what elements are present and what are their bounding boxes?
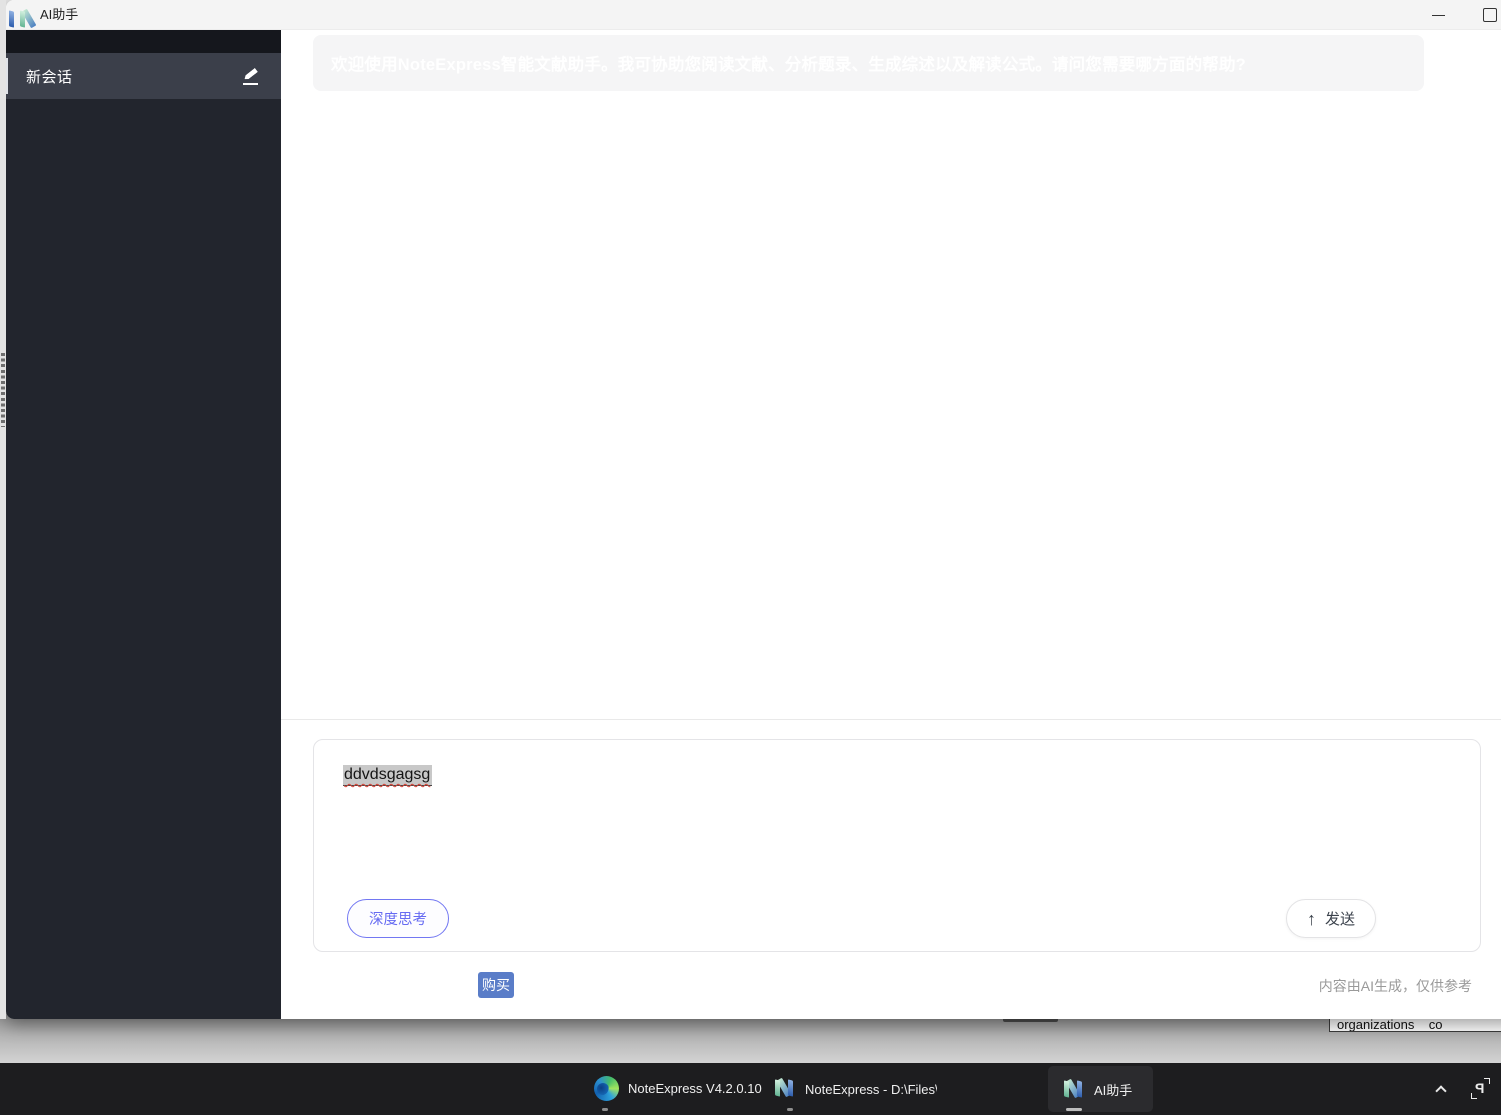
composition-text-wrap: ddvdsgagsg: [343, 765, 433, 786]
minimize-button[interactable]: [1419, 0, 1459, 30]
new-conversation-button[interactable]: [241, 66, 261, 86]
pencil-icon: [243, 68, 258, 81]
assistant-welcome-message: 欢迎使用NoteExpress智能文献助手。我可协助您阅读文献、分析题录、生成综…: [313, 35, 1424, 91]
window-body: 新会话 欢迎使用NoteExpress智能文献助手。我可协助您阅读文献、分析题录…: [6, 30, 1501, 1019]
tray-overflow-chevron-icon[interactable]: [1435, 1085, 1447, 1097]
start-button[interactable]: [549, 1077, 573, 1101]
taskbar: NoteExpress V4.2.0.1032 NoteExpress - D:…: [0, 1063, 1501, 1115]
taskbar-item-label: NoteExpress V4.2.0.1032: [628, 1081, 762, 1096]
taskbar-indicator-active: [1066, 1108, 1082, 1111]
ai-disclaimer: 内容由AI生成，仅供参考: [1318, 978, 1472, 994]
deep-think-label: 深度思考: [369, 912, 427, 928]
tray-pen-icon[interactable]: P: [1471, 1078, 1491, 1100]
new-session-label: 新会话: [26, 68, 73, 86]
chat-main: 欢迎使用NoteExpress智能文献助手。我可协助您阅读文献、分析题录、生成综…: [281, 30, 1501, 1019]
send-label: 发送: [1324, 911, 1355, 928]
pencil-underline: [243, 83, 258, 85]
minimize-icon: [1432, 15, 1445, 16]
screen: organizations co AI助手 新会话 欢迎使用NoteExpres…: [0, 0, 1501, 1115]
send-button[interactable]: ↑ 发送: [1285, 899, 1376, 938]
taskbar-indicator: [602, 1108, 608, 1111]
edge-browser-icon: [594, 1076, 619, 1101]
conversation-sidebar: 新会话: [6, 30, 281, 1019]
taskbar-item-edge-noteexpress[interactable]: NoteExpress V4.2.0.1032: [594, 1076, 762, 1101]
chat-message-area: 欢迎使用NoteExpress智能文献助手。我可协助您阅读文献、分析题录、生成综…: [281, 30, 1501, 720]
sidebar-item-new-session[interactable]: 新会话: [6, 53, 281, 99]
window-left-edge: [0, 0, 6, 1019]
taskbar-item-noteexpress[interactable]: NoteExpress - D:\Files\才: [772, 1076, 937, 1100]
taskbar-item-label: AI助手: [1094, 1082, 1133, 1098]
maximize-icon: [1483, 8, 1497, 22]
noteexpress-logo-icon: [1061, 1077, 1085, 1101]
ai-assistant-window: AI助手 新会话 欢迎使用NoteExpress智能文献助手。我可协助您阅读文献…: [6, 0, 1501, 1019]
titlebar[interactable]: AI助手: [6, 0, 1501, 30]
window-title: AI助手: [40, 7, 79, 22]
buy-button[interactable]: 购买: [478, 972, 514, 998]
taskbar-item-label: NoteExpress - D:\Files\才: [805, 1081, 937, 1097]
maximize-button[interactable]: [1469, 0, 1501, 30]
noteexpress-logo-icon: [772, 1076, 796, 1100]
composer-section: ddvdsgagsg 深度思考 ↑ 发送 购买 内容由AI生成，仅供参考: [281, 720, 1501, 1019]
taskbar-indicator: [787, 1108, 793, 1111]
message-input[interactable]: ddvdsgagsg 深度思考 ↑ 发送: [313, 739, 1481, 952]
taskbar-item-ai-assistant-active[interactable]: AI助手: [1048, 1066, 1153, 1112]
sidebar-top-strip: [6, 30, 281, 53]
resize-grip[interactable]: [1, 353, 5, 427]
deep-think-toggle[interactable]: 深度思考: [347, 899, 449, 938]
arrow-up-icon: ↑: [1306, 908, 1316, 929]
composition-text[interactable]: ddvdsgagsg: [343, 765, 433, 786]
